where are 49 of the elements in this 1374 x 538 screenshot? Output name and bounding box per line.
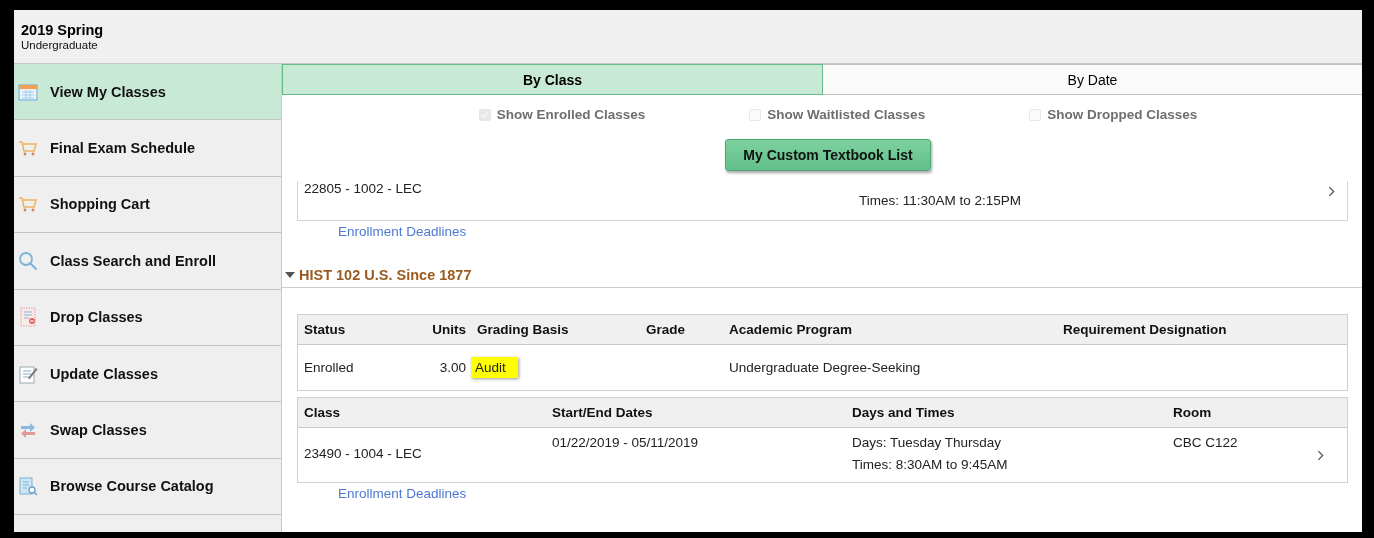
column-header: Requirement Designation	[1063, 322, 1228, 337]
times-text: Times: 8:30AM to 9:45AM	[852, 457, 1009, 472]
column-header: Grading Basis	[476, 322, 570, 337]
sidebar-item[interactable]: Drop Classes	[14, 289, 281, 346]
checkbox-label: Show Enrolled Classes	[496, 107, 646, 122]
table-cell-text: 3.00	[438, 360, 466, 375]
checkbox-label: Show Dropped Classes	[1047, 107, 1198, 122]
sidebar-item[interactable]: View My Classes	[14, 64, 281, 121]
calendar-icon	[18, 81, 38, 102]
search-icon	[18, 250, 38, 271]
tab[interactable]: By Class	[282, 64, 823, 95]
column-header: Units	[431, 322, 466, 337]
checkbox-label: Show Waitlisted Classes	[767, 107, 926, 122]
sidebar-item[interactable]: Class Search and Enroll	[14, 233, 281, 290]
table-cell-text: CBC C122	[1173, 435, 1239, 450]
table-cell-text: Undergraduate Degree-Seeking	[729, 360, 922, 375]
table-cell-text: 23490 - 1004 - LEC	[304, 446, 423, 461]
column-header: Status	[304, 322, 347, 337]
sidebar-item[interactable]: Shopping Cart	[14, 176, 281, 234]
column-header: Start/End Dates	[552, 405, 654, 420]
course-section-header[interactable]: HIST 102 U.S. Since 1877	[282, 267, 1362, 288]
chevron-right-icon[interactable]	[1328, 186, 1335, 197]
days-text: Days: Tuesday Thursday	[852, 435, 1003, 450]
textbook-list-button[interactable]: My Custom Textbook List	[725, 139, 931, 171]
column-header: Days and Times	[852, 405, 956, 420]
table-cell-text: 01/22/2019 - 05/11/2019	[552, 435, 700, 450]
sidebar-item[interactable]: Browse Course Catalog	[14, 458, 281, 516]
sidebar-item[interactable]: Final Exam Schedule	[14, 120, 281, 177]
term-title: 2019 Spring	[21, 22, 105, 38]
sidebar-item[interactable]: Swap Classes	[14, 402, 281, 459]
times-text: Times: 11:30AM to 2:15PM	[859, 193, 1022, 208]
column-header: Room	[1173, 405, 1213, 420]
course-title: HIST 102 U.S. Since 1877	[299, 267, 472, 283]
column-header: Grade	[646, 322, 687, 337]
column-header: Academic Program	[729, 322, 854, 337]
enrollment-deadlines-link[interactable]: Enrollment Deadlines	[338, 224, 467, 239]
swap-arrows-icon	[18, 420, 38, 441]
table-cell: Audit	[471, 357, 518, 378]
table-cell-text: Enrolled	[304, 360, 355, 375]
sidebar-item[interactable]: Update Classes	[14, 345, 281, 403]
catalog-icon	[18, 476, 38, 497]
column-header: Class	[304, 405, 342, 420]
document-minus-icon	[18, 307, 38, 328]
document-pencil-icon	[18, 363, 38, 384]
enrollment-deadlines-link[interactable]: Enrollment Deadlines	[338, 486, 467, 501]
class-number: 22805 - 1002 - LEC	[304, 181, 422, 196]
career-label: Undergraduate	[21, 39, 99, 51]
chevron-right-icon[interactable]	[1317, 450, 1324, 461]
tab[interactable]: By Date	[823, 64, 1362, 95]
